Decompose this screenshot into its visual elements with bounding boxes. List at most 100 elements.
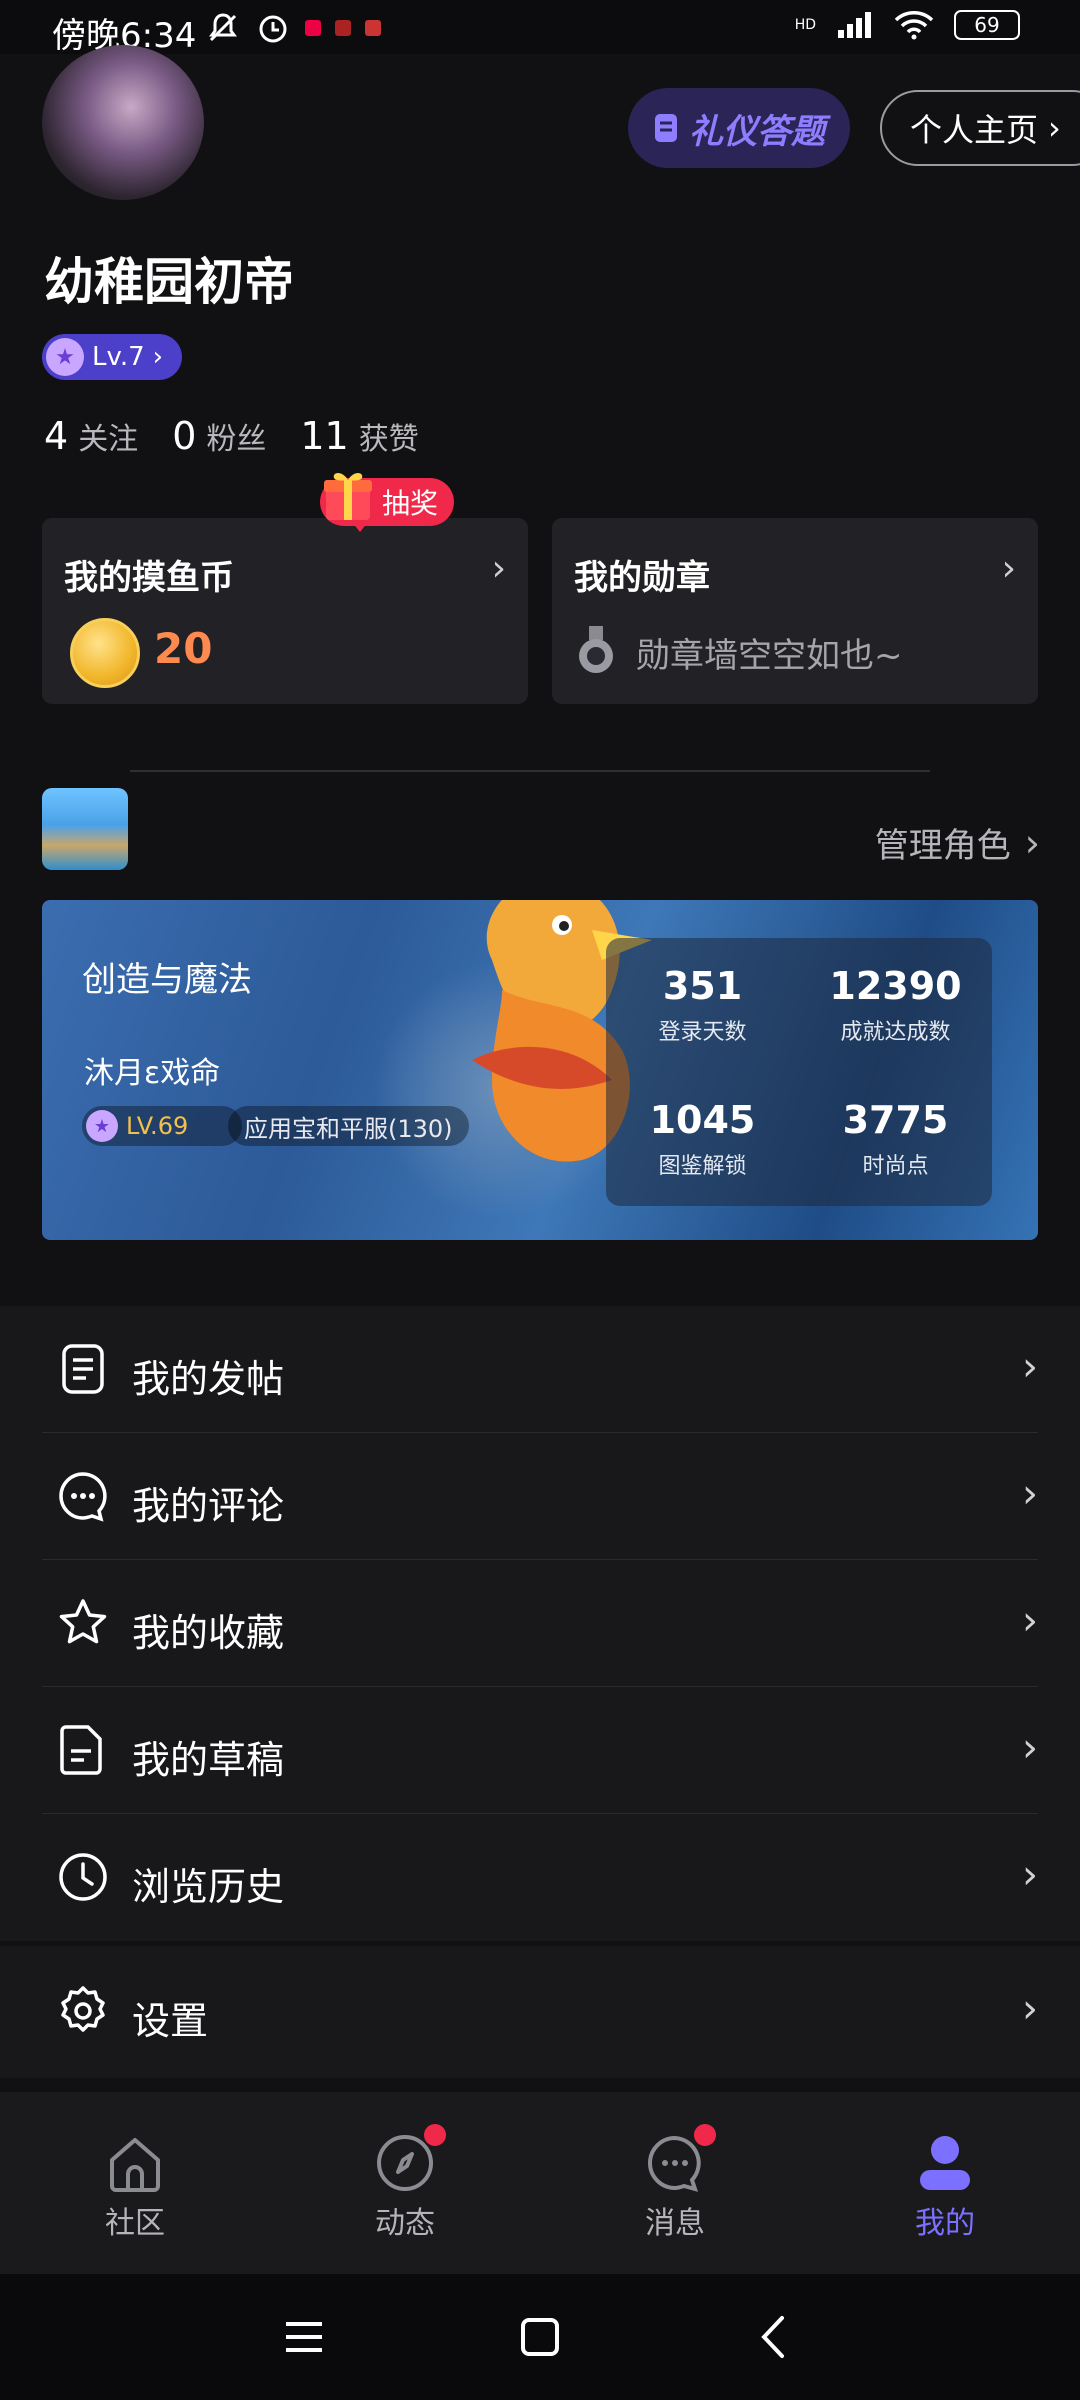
game-stat-label: 时尚点: [862, 1154, 929, 1179]
menu-item-my-comments[interactable]: 我的评论 ›: [0, 1433, 1080, 1560]
menu-item-label: 我的评论: [132, 1484, 285, 1528]
mute-bell-icon: [209, 13, 237, 42]
game-stat: 3775 时尚点: [799, 1072, 992, 1206]
game-role-card[interactable]: 创造与魔法 沐月ε戏命 ★ LV.69 应用宝和平服(130) 351 登录天数…: [42, 900, 1038, 1240]
game-stat-label: 图鉴解锁: [658, 1154, 747, 1179]
star-icon: [59, 1599, 107, 1644]
stat-number: 0: [172, 414, 197, 458]
username: 幼稚园初帝: [44, 253, 294, 311]
stat-followers[interactable]: 0 粉丝: [172, 414, 266, 458]
menu-item-my-drafts[interactable]: 我的草稿 ›: [0, 1687, 1080, 1814]
stat-label: 粉丝: [206, 422, 267, 457]
level-star-icon: ★: [46, 338, 84, 376]
user-icon: [920, 2136, 970, 2190]
stat-number: 4: [44, 414, 69, 458]
lottery-label: 抽奖: [381, 487, 438, 520]
game-app-icon[interactable]: [42, 788, 128, 870]
home-button-icon[interactable]: [510, 2310, 570, 2364]
menu-icon[interactable]: [274, 2310, 334, 2364]
chevron-right-icon: ›: [1022, 1986, 1038, 2032]
status-bar: 傍晚6:34 HD 69: [0, 0, 1080, 56]
menu-item-label: 我的草稿: [132, 1738, 285, 1782]
chevron-right-icon: ›: [1001, 548, 1016, 589]
app-notification-icon: [305, 20, 321, 36]
avatar[interactable]: [42, 45, 204, 200]
menu-item-my-posts[interactable]: 我的发帖 ›: [0, 1306, 1080, 1433]
role-level-label: LV.69: [126, 1112, 189, 1140]
game-stat-value: 12390: [829, 964, 962, 1008]
role-level-badge: ★ LV.69: [82, 1106, 242, 1146]
manage-role-button[interactable]: 管理角色 ›: [875, 818, 1040, 867]
medal-card[interactable]: 我的勋章 › 勋章墙空空如也~: [552, 518, 1038, 704]
chevron-right-icon: ›: [1024, 820, 1040, 865]
status-notification-icons: [205, 10, 381, 46]
quiz-icon: [655, 114, 677, 142]
stat-following[interactable]: 4 关注: [44, 414, 138, 458]
lottery-tag[interactable]: 抽奖: [320, 473, 454, 532]
game-stat-value: 351: [662, 964, 743, 1008]
section-divider: [130, 770, 930, 772]
gear-icon: [61, 1986, 105, 2032]
menu-item-browse-history[interactable]: 浏览历史 ›: [0, 1814, 1080, 1941]
menu-item-label: 浏览历史: [132, 1865, 285, 1909]
game-stat-label: 成就达成数: [840, 1020, 951, 1045]
nav-tab-mine[interactable]: 我的: [875, 2132, 1015, 2242]
wifi-icon: [894, 11, 934, 40]
draft-icon: [60, 1725, 102, 1775]
game-stat-value: 3775: [842, 1098, 949, 1142]
menu-item-settings[interactable]: 设置 ›: [0, 1946, 1080, 2078]
message-icon-wrap: [644, 2124, 716, 2194]
chevron-right-icon: ›: [152, 342, 164, 372]
coin-balance: 20: [154, 624, 213, 673]
chevron-right-icon: ›: [1022, 1725, 1038, 1771]
game-stat: 1045 图鉴解锁: [606, 1072, 799, 1206]
nav-label: 社区: [105, 2206, 165, 2241]
document-icon: [62, 1344, 104, 1394]
alarm-icon: [259, 15, 287, 43]
app-notification-icon: [365, 20, 381, 36]
medal-icon: [579, 626, 613, 673]
nav-tab-feed[interactable]: 动态: [335, 2124, 475, 2242]
personal-homepage-button[interactable]: 个人主页 ›: [880, 90, 1080, 166]
fish-coin-card[interactable]: 我的摸鱼币 › 20: [42, 518, 528, 704]
profile-stats: 4 关注 0 粉丝 11 获赞: [44, 414, 419, 458]
battery-indicator: 69: [954, 10, 1020, 40]
level-star-icon: ★: [86, 1110, 118, 1142]
game-stat-value: 1045: [649, 1098, 756, 1142]
stat-likes[interactable]: 11 获赞: [300, 414, 418, 458]
game-stat: 351 登录天数: [606, 938, 799, 1072]
comment-icon: [59, 1472, 107, 1522]
nav-label: 消息: [645, 2206, 705, 2241]
medal-empty-text: 勋章墙空空如也~: [636, 636, 903, 676]
level-badge[interactable]: ★ Lv.7 ›: [42, 334, 182, 380]
menu-item-my-favorites[interactable]: 我的收藏 ›: [0, 1560, 1080, 1687]
quiz-button-label: 礼仪答题: [689, 111, 825, 152]
chevron-right-icon: ›: [1022, 1852, 1038, 1898]
chevron-right-icon: ›: [1022, 1598, 1038, 1644]
home-icon: [110, 2138, 160, 2192]
chevron-right-icon: ›: [1022, 1471, 1038, 1517]
clock-icon: [59, 1853, 107, 1901]
notification-dot: [424, 2124, 446, 2146]
stat-label: 获赞: [358, 422, 419, 457]
card-title: 我的摸鱼币: [64, 558, 234, 598]
role-name: 沐月ε戏命: [84, 1056, 221, 1091]
coin-icon: [70, 618, 140, 688]
nav-tab-community[interactable]: 社区: [65, 2132, 205, 2242]
server-tag: 应用宝和平服(130): [228, 1106, 469, 1146]
compass-icon-wrap: [374, 2124, 446, 2194]
stat-number: 11: [300, 414, 349, 458]
app-notification-icon: [335, 20, 351, 36]
manage-role-label: 管理角色: [874, 826, 1011, 866]
notification-dot: [694, 2124, 716, 2146]
menu-list: 我的发帖 › 我的评论 › 我的收藏 › 我的草稿 › 浏览历史 ›: [0, 1306, 1080, 1941]
menu-item-label: 我的收藏: [132, 1611, 285, 1655]
chevron-right-icon: ›: [1022, 1344, 1038, 1390]
bottom-nav: 社区 动态 消息 我的: [0, 2092, 1080, 2274]
game-stat-label: 登录天数: [658, 1020, 747, 1045]
etiquette-quiz-button[interactable]: 礼仪答题: [628, 88, 850, 168]
back-icon[interactable]: [746, 2310, 806, 2364]
homepage-button-label: 个人主页: [910, 111, 1039, 149]
signal-label: HD: [794, 17, 816, 33]
nav-tab-messages[interactable]: 消息: [605, 2124, 745, 2242]
